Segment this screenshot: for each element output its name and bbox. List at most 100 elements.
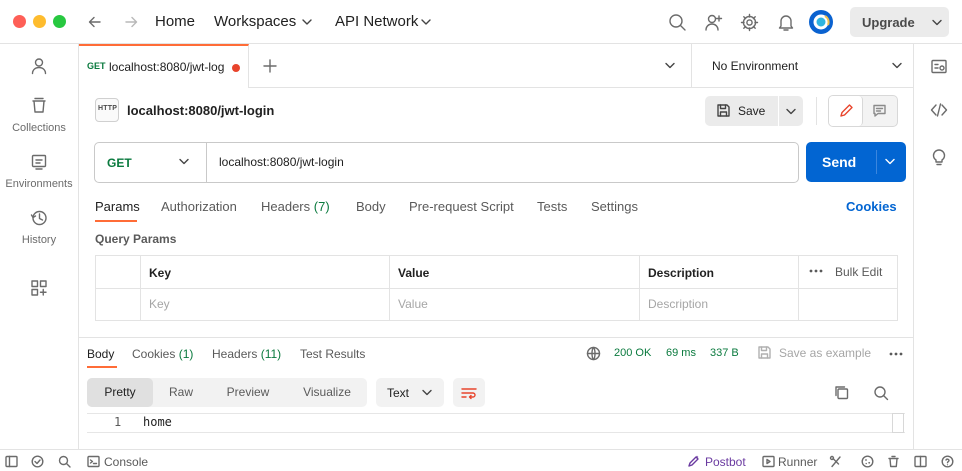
cookies-link[interactable]: Cookies [846,199,897,214]
sidebar-item-label: Collections [12,122,66,134]
description-input[interactable]: Description [648,297,708,311]
method-select[interactable]: GET [95,143,207,182]
column-header-value: Value [398,266,430,280]
two-pane-view-icon[interactable] [914,455,927,468]
gear-icon[interactable] [740,13,759,32]
cookies-icon[interactable] [861,455,874,468]
view-pretty[interactable]: Pretty [87,378,153,407]
response-tab-cookies[interactable]: Cookies (1) [132,347,193,361]
api-network-menu[interactable]: API Network [335,13,418,30]
postbot-button[interactable]: Postbot [705,455,746,469]
proxy-cookie-icon[interactable] [829,455,842,468]
sidebar-item-label: History [21,234,57,246]
environment-selector[interactable]: No Environment [691,44,913,88]
wrap-lines-button[interactable] [453,378,485,407]
view-raw[interactable]: Raw [153,378,209,407]
chevron-down-icon [931,18,943,28]
toggle-sidebar-icon[interactable] [5,455,18,468]
tab-prerequest-script[interactable]: Pre-request Script [409,199,514,214]
back-arrow-icon[interactable] [87,14,103,30]
send-split-divider [876,150,877,174]
response-tab-cookies-count: (1) [178,347,194,361]
tabs-dropdown-chevron-icon[interactable] [664,61,676,71]
chevron-down-icon [301,17,313,27]
runner-icon[interactable] [762,455,775,468]
more-options-icon[interactable] [809,269,823,273]
response-tab-body[interactable]: Body [87,347,114,361]
grid-add-icon [30,279,48,297]
line-number: 1 [114,415,122,429]
trash-icon[interactable] [887,455,900,468]
active-tab-underline [95,220,137,222]
send-button[interactable]: Send [806,142,906,182]
query-params-table: Key Key Value Value Description Descript… [95,255,898,321]
tab-tests[interactable]: Tests [537,199,567,214]
save-button[interactable]: Save [705,96,803,126]
tab-body[interactable]: Body [356,199,386,214]
more-options-icon[interactable] [889,352,903,356]
response-tab-headers-count: (11) [260,347,282,361]
tab-settings[interactable]: Settings [591,199,638,214]
copy-icon[interactable] [834,385,849,400]
search-icon[interactable] [668,13,687,32]
edit-mode-button[interactable] [829,96,863,126]
bulk-edit-link[interactable]: Bulk Edit [835,265,882,279]
runner-button[interactable]: Runner [778,455,817,469]
lightbulb-icon[interactable] [930,148,948,166]
status-bar: Console Postbot Runner [0,449,962,471]
sidebar-item-history[interactable]: History [0,209,78,246]
response-tab-headers[interactable]: Headers (11) [212,347,281,361]
response-body-editor[interactable]: 1 home [87,413,905,433]
sidebar-item-apps[interactable] [0,279,78,300]
maximize-window-button[interactable] [53,15,66,28]
key-input[interactable]: Key [149,297,170,311]
trash-bin-icon [30,97,48,115]
save-as-example-button[interactable]: Save as example [779,346,871,360]
response-time[interactable]: 69 ms [666,347,696,359]
bell-icon[interactable] [777,13,795,32]
request-name[interactable]: localhost:8080/jwt-login [127,103,274,118]
home-link[interactable]: Home [155,13,195,30]
code-icon[interactable] [930,101,948,119]
chevron-down-icon [420,17,432,27]
console-icon[interactable] [87,455,100,468]
help-icon[interactable] [941,455,954,468]
environment-quick-look-icon[interactable] [930,58,948,76]
tab-authorization[interactable]: Authorization [161,199,237,214]
minimize-window-button[interactable] [33,15,46,28]
upgrade-button[interactable]: Upgrade [850,7,949,37]
pencil-icon [839,103,854,118]
tab-headers[interactable]: Headers (7) [261,199,330,214]
forward-arrow-icon[interactable] [123,14,139,30]
response-tab-test-results[interactable]: Test Results [300,347,365,361]
search-icon[interactable] [873,385,889,401]
workspaces-menu[interactable]: Workspaces [214,13,296,30]
sidebar-item-environments[interactable]: Environments [0,153,78,190]
view-preview[interactable]: Preview [211,378,285,407]
invite-user-icon[interactable] [704,13,723,32]
chevron-down-icon[interactable] [785,107,797,117]
sidebar-item-account[interactable] [0,57,78,78]
postbot-icon[interactable] [687,454,701,468]
new-tab-plus-icon[interactable] [262,58,278,74]
comment-icon[interactable] [872,103,887,118]
format-select[interactable]: Text [376,378,444,407]
url-input[interactable]: localhost:8080/jwt-login [219,155,344,169]
sidebar-item-collections[interactable]: Collections [0,97,78,134]
chevron-down-icon[interactable] [884,157,896,167]
avatar[interactable] [808,9,834,35]
status-code[interactable]: 200 OK [614,347,651,359]
view-visualize[interactable]: Visualize [287,378,367,407]
check-circle-icon[interactable] [31,455,44,468]
editor-scrollbar[interactable] [892,413,904,433]
response-tab-headers-label: Headers [212,347,258,361]
response-size[interactable]: 337 B [710,347,739,359]
value-input[interactable]: Value [398,297,428,311]
save-disk-icon [757,345,772,360]
close-window-button[interactable] [13,15,26,28]
tab-params[interactable]: Params [95,199,140,214]
globe-icon[interactable] [586,346,601,361]
search-icon[interactable] [58,455,71,468]
console-button[interactable]: Console [104,455,148,469]
tab-request[interactable]: GET localhost:8080/jwt-log [79,44,249,88]
